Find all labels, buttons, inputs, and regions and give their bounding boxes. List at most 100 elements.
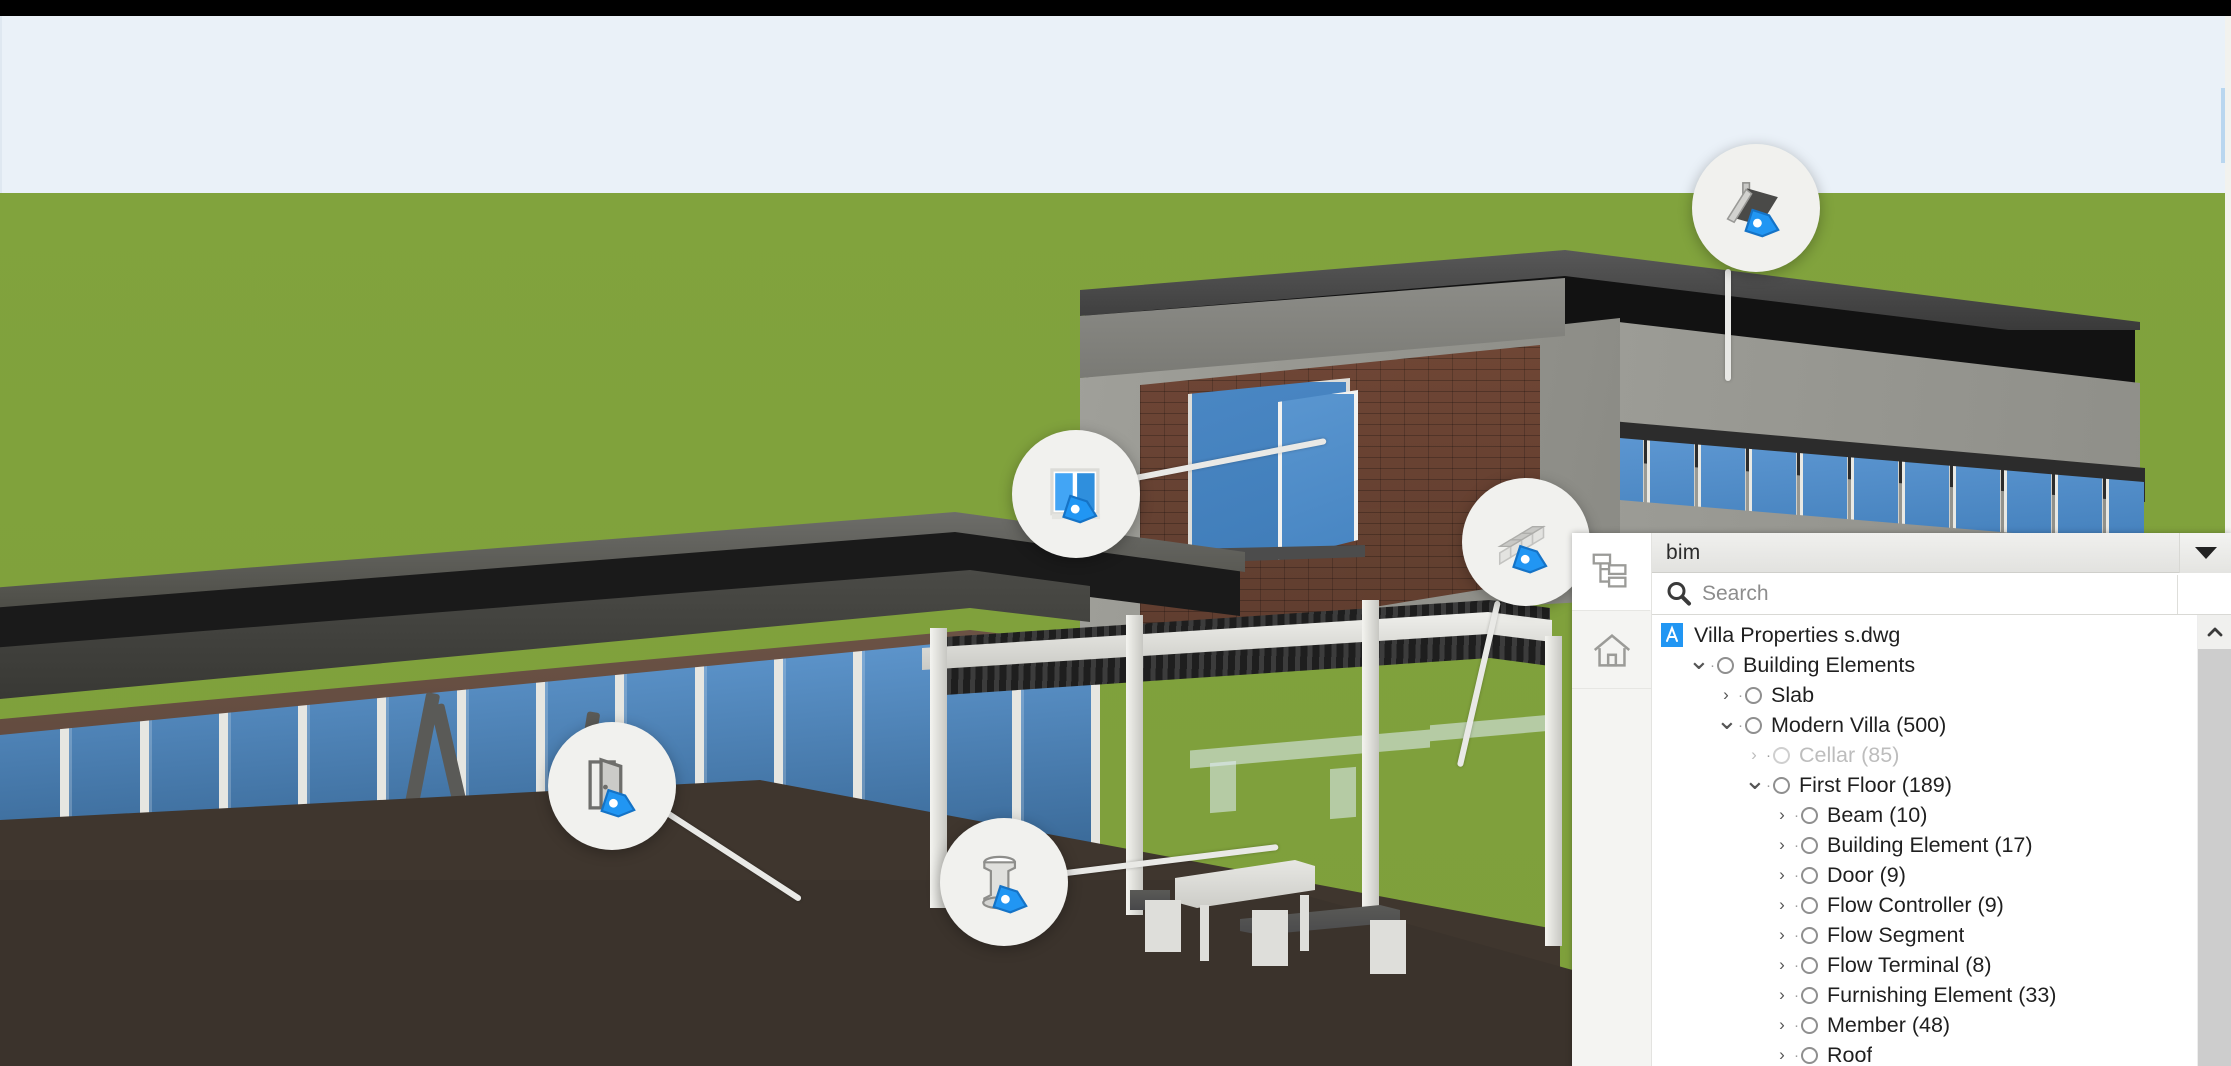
chevron-right-icon[interactable]: ›: [1772, 835, 1792, 855]
search-bar[interactable]: [1652, 573, 2231, 615]
search-input[interactable]: [1702, 581, 2231, 606]
tree-connector: ·: [1794, 986, 1799, 1004]
node-circle-icon[interactable]: [1773, 746, 1790, 764]
chevron-down-icon[interactable]: ⌄: [1688, 647, 1710, 673]
tree-row-label: Roof: [1827, 1042, 1873, 1066]
interior-furniture: [1210, 760, 1236, 814]
tree-connector: ·: [1794, 1046, 1799, 1064]
home-icon: [1593, 633, 1630, 667]
node-circle-icon[interactable]: [1801, 896, 1818, 914]
marker-leader-line: [1725, 269, 1731, 381]
tree-row[interactable]: › · Beam (10): [1652, 800, 2197, 830]
chevron-right-icon[interactable]: ›: [1772, 895, 1792, 915]
window-tag-marker[interactable]: [1012, 430, 1140, 558]
node-circle-icon[interactable]: [1745, 686, 1762, 704]
node-circle-icon[interactable]: [1801, 1016, 1818, 1034]
upper-window: [1278, 390, 1358, 560]
roof-tag-icon: [1726, 182, 1780, 238]
tree-row[interactable]: › · Member (48): [1652, 1010, 2197, 1040]
node-circle-icon[interactable]: [1717, 656, 1734, 674]
tree-connector: ·: [1794, 836, 1799, 854]
model-selector-combobox[interactable]: bim: [1652, 532, 2231, 573]
pergola-column: [1545, 636, 1562, 946]
scrollbar-thumb[interactable]: [2198, 649, 2231, 1066]
tree-row[interactable]: › · Door (9): [1652, 860, 2197, 890]
node-circle-icon[interactable]: [1773, 776, 1790, 794]
tab-structure[interactable]: [1572, 533, 1651, 611]
chevron-right-icon[interactable]: ›: [1772, 955, 1792, 975]
tree-row-label: Furnishing Element (33): [1827, 982, 2057, 1007]
node-circle-icon[interactable]: [1801, 1046, 1818, 1064]
tree-connector: ·: [1794, 806, 1799, 824]
tree-row[interactable]: › · Flow Controller (9): [1652, 890, 2197, 920]
tree-row[interactable]: ⌄ · First Floor (189): [1652, 767, 2197, 800]
model-selector-dropdown-button[interactable]: [2179, 532, 2231, 573]
column-tag-icon: [982, 855, 1028, 914]
chevron-right-icon[interactable]: ›: [1772, 1015, 1792, 1035]
tree-row-label: Flow Controller (9): [1827, 892, 2004, 917]
terrace-table-leg: [1300, 895, 1309, 951]
chevron-right-icon[interactable]: ›: [1772, 865, 1792, 885]
dwg-file-icon: [1661, 623, 1683, 647]
tree-row-label: Flow Terminal (8): [1827, 952, 1992, 977]
tree-container: Villa Properties s.dwg ⌄ · Building Element…: [1652, 615, 2231, 1066]
hierarchy-icon: [1592, 553, 1627, 588]
chevron-right-icon[interactable]: ›: [1744, 745, 1764, 765]
chevron-right-icon[interactable]: ›: [1716, 685, 1736, 705]
node-circle-icon[interactable]: [1801, 986, 1818, 1004]
stair-tag-icon: [1497, 525, 1548, 574]
tree-row-label: Flow Segment: [1827, 922, 1965, 947]
tree-row-label: Building Element (17): [1827, 832, 2033, 857]
node-circle-icon[interactable]: [1801, 806, 1818, 824]
chevron-right-icon[interactable]: ›: [1772, 805, 1792, 825]
tree-connector: ·: [1794, 926, 1799, 944]
tree-row[interactable]: › · Roof: [1652, 1040, 2197, 1066]
panel-body: bim Villa Properties s.dwg⌄·Building Ele…: [1652, 532, 2231, 1066]
tree-row[interactable]: › · Cellar (85): [1652, 740, 2197, 770]
stair-tag-marker[interactable]: [1462, 478, 1590, 606]
tree-row[interactable]: Villa Properties s.dwg: [1652, 620, 2197, 650]
tree-row-label: Beam (10): [1827, 802, 1928, 827]
tree-row-label: Modern Villa (500): [1771, 712, 1947, 737]
tree-connector: ·: [1766, 746, 1771, 764]
search-divider: [2177, 575, 2178, 614]
bim-structure-panel: bim Villa Properties s.dwg⌄·Building Ele…: [1572, 532, 2231, 1066]
viewport-edge-highlight: [2221, 88, 2225, 163]
chevron-down-icon[interactable]: ⌄: [1716, 707, 1738, 733]
tree-row[interactable]: › · Flow Terminal (8): [1652, 950, 2197, 980]
tree-row[interactable]: ⌄ · Modern Villa (500): [1652, 707, 2197, 740]
tree-row-label: Building Elements: [1743, 652, 1916, 677]
pergola-column: [1362, 600, 1379, 920]
tab-home[interactable]: [1572, 611, 1651, 689]
column-tag-marker[interactable]: [940, 818, 1068, 946]
roof-tag-marker[interactable]: [1692, 144, 1820, 272]
node-circle-icon[interactable]: [1801, 866, 1818, 884]
sky-background: [0, 16, 2225, 194]
model-structure-tree[interactable]: Villa Properties s.dwg ⌄ · Building Element…: [1652, 615, 2197, 1066]
chevron-right-icon[interactable]: ›: [1772, 985, 1792, 1005]
panel-tab-strip: [1572, 533, 1652, 1066]
tree-connector: ·: [1738, 686, 1743, 704]
tree-row[interactable]: › · Furnishing Element (33): [1652, 980, 2197, 1010]
viewport-root: bim Villa Properties s.dwg⌄·Building Ele…: [0, 0, 2231, 1066]
scroll-up-button[interactable]: [2198, 615, 2231, 649]
terrace-table-leg: [1200, 905, 1209, 961]
chevron-right-icon[interactable]: ›: [1772, 925, 1792, 945]
node-circle-icon[interactable]: [1745, 716, 1762, 734]
chevron-down-icon[interactable]: ⌄: [1744, 767, 1766, 793]
tree-row[interactable]: ⌄ · Building Elements: [1652, 647, 2197, 680]
tree-row[interactable]: › · Building Element (17): [1652, 830, 2197, 860]
node-circle-icon[interactable]: [1801, 836, 1818, 854]
tree-scrollbar[interactable]: [2197, 615, 2231, 1066]
door-tag-marker[interactable]: [548, 722, 676, 850]
chevron-right-icon[interactable]: ›: [1772, 1045, 1792, 1065]
tree-row[interactable]: › · Flow Segment: [1652, 920, 2197, 950]
pergola-column: [1126, 615, 1143, 915]
tree-row-label: Door (9): [1827, 862, 1906, 887]
tree-connector: ·: [1794, 1016, 1799, 1034]
door-tag-icon: [588, 757, 636, 818]
viewport-right-edge: [2225, 16, 2231, 194]
node-circle-icon[interactable]: [1801, 926, 1818, 944]
node-circle-icon[interactable]: [1801, 956, 1818, 974]
tree-row-label: Slab: [1771, 682, 1815, 707]
